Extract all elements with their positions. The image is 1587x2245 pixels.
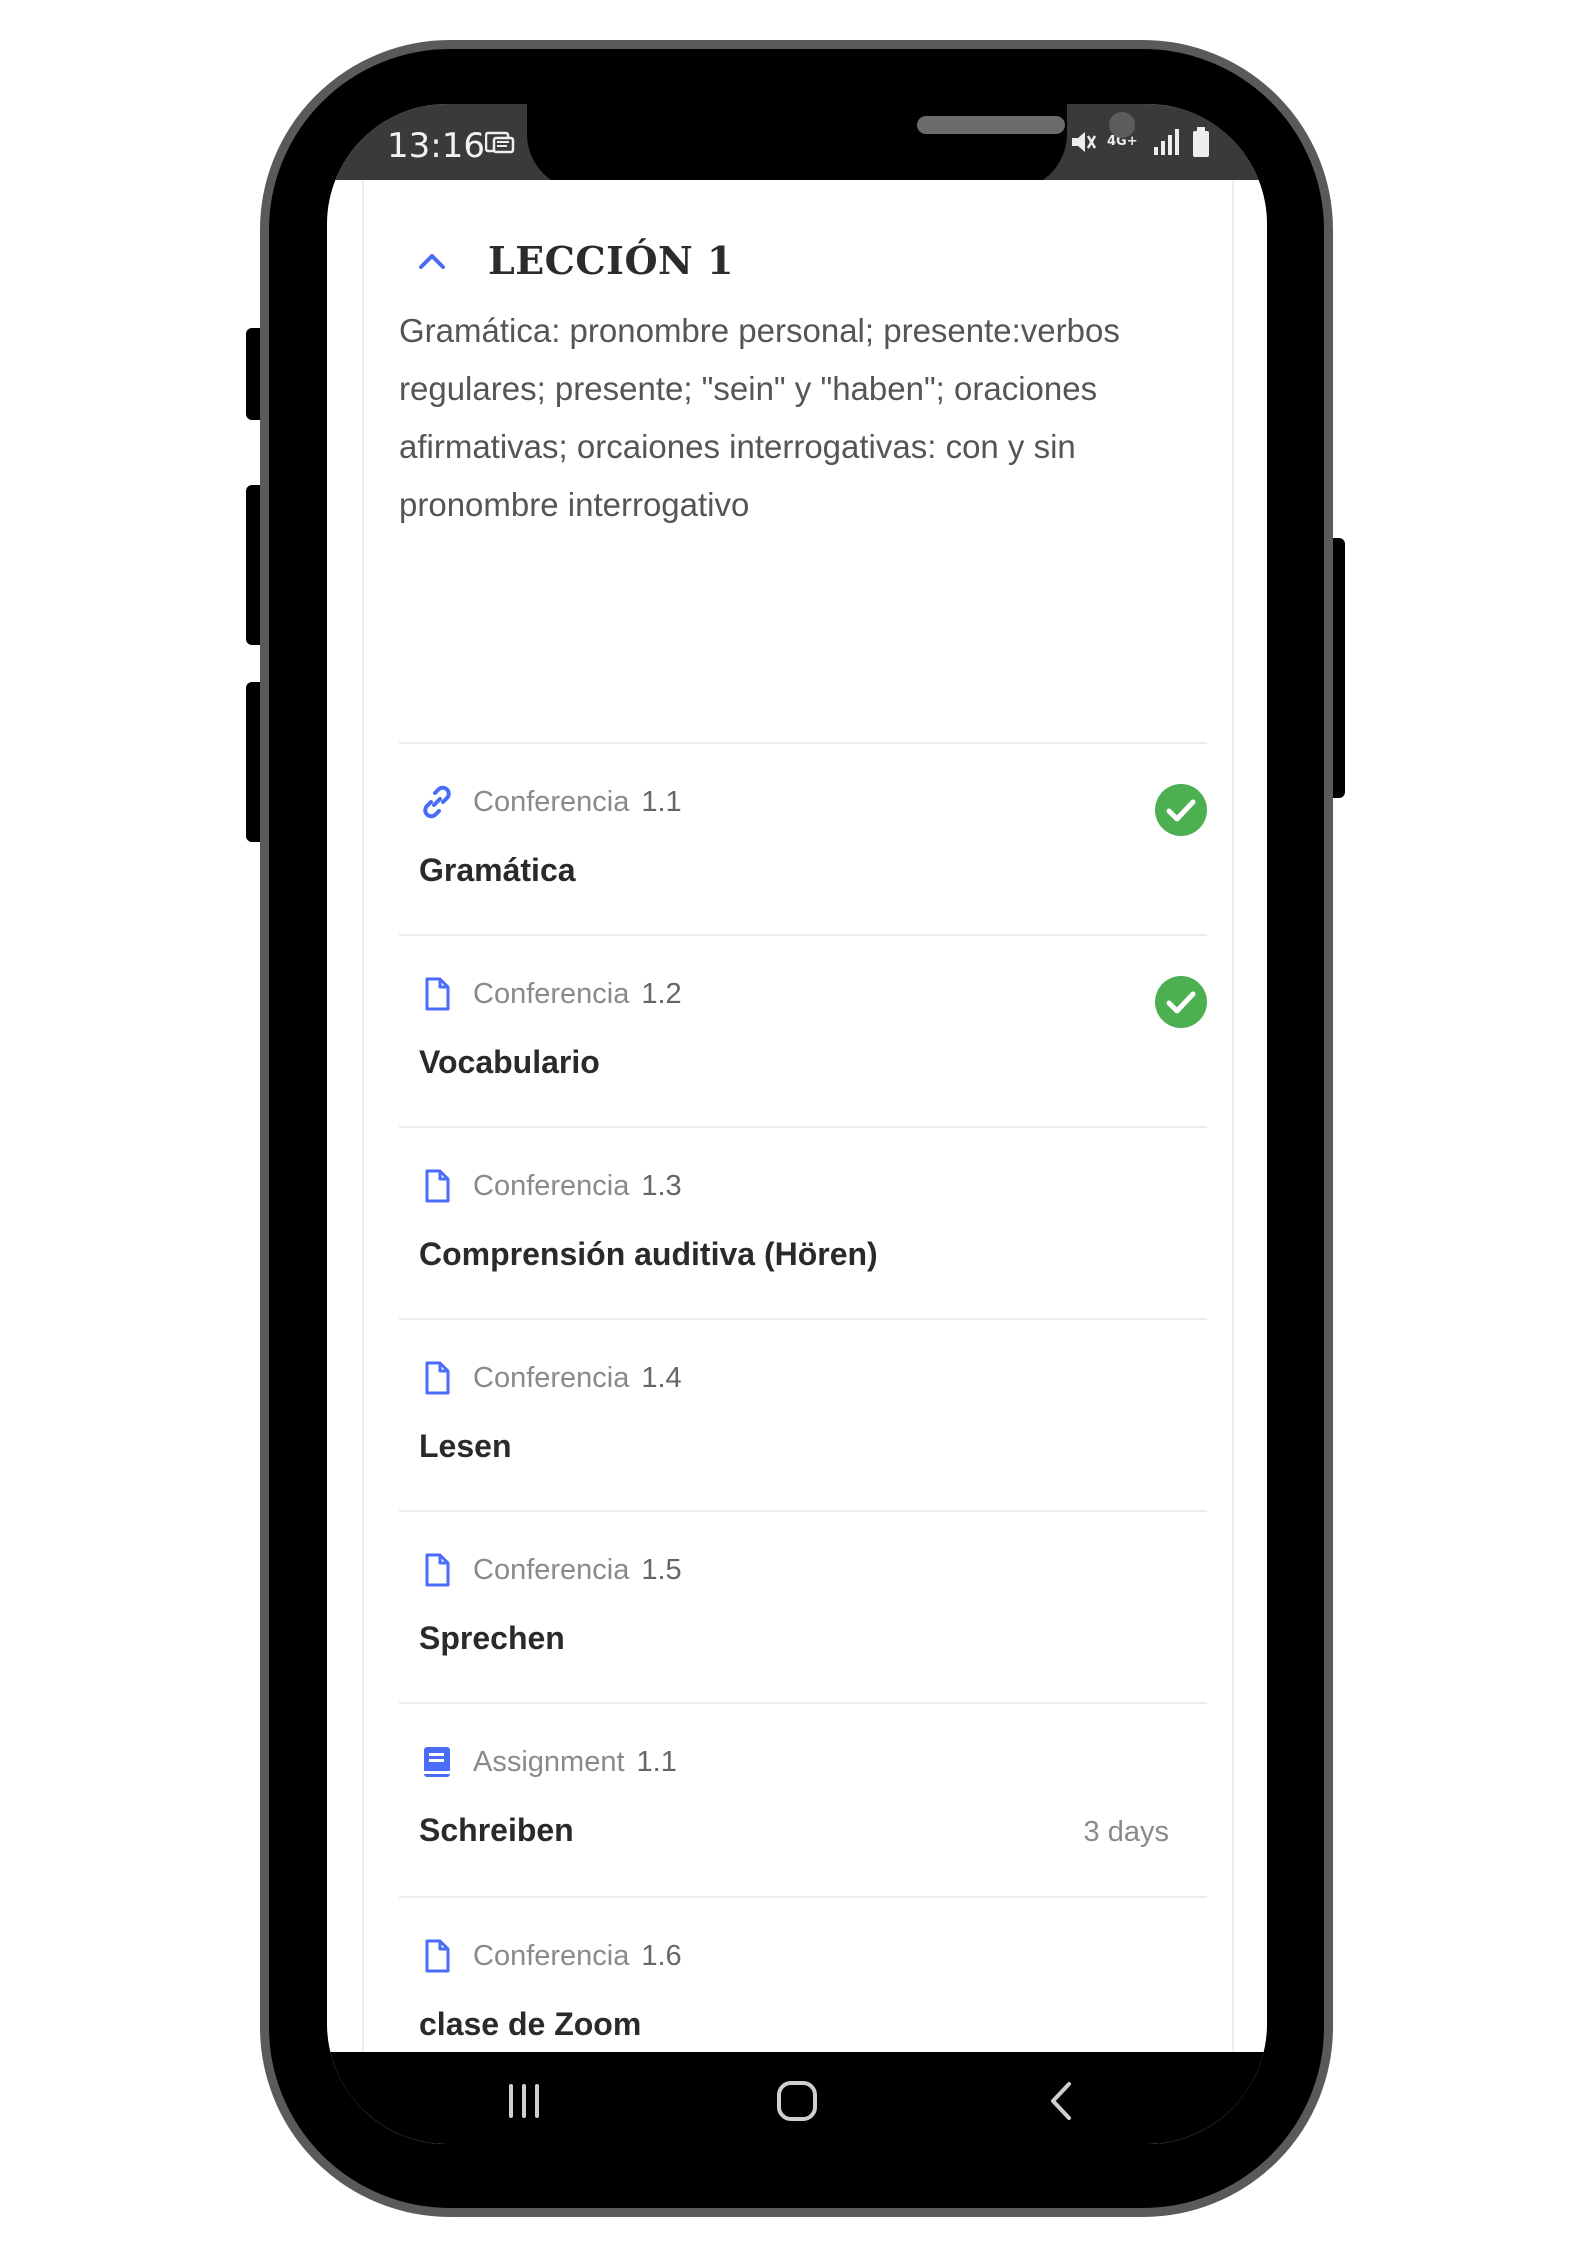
lesson-item[interactable]: Conferencia 1.4 Lesen	[399, 1320, 1207, 1510]
assignment-item[interactable]: Assignment 1.1 Schreiben 3 days	[399, 1704, 1207, 1896]
book-icon	[424, 1747, 450, 1777]
speaker	[917, 116, 1065, 134]
completed-check-icon	[1155, 976, 1207, 1028]
section-description: Gramática: pronombre personal; presente:…	[399, 312, 1120, 523]
lesson-item[interactable]: Conferencia 1.1 Gramática	[399, 744, 1207, 934]
lesson-item[interactable]: Conferencia 1.3 Comprensión auditiva (Hö…	[399, 1128, 1207, 1318]
chevron-up-icon[interactable]	[414, 243, 450, 279]
item-meta: Conferencia 1.4	[419, 1360, 682, 1396]
item-meta: Conferencia 1.6	[419, 1938, 682, 1974]
item-title[interactable]: Comprensión auditiva (Hören)	[419, 1236, 878, 1273]
navigation-bar	[327, 2052, 1267, 2144]
item-title[interactable]: Lesen	[419, 1428, 511, 1465]
notch	[527, 104, 1135, 190]
screen: 13:16 4G+ LECCIÓN 1 Gramática: pronombre…	[327, 104, 1267, 2144]
item-title[interactable]: Schreiben	[419, 1812, 574, 1849]
item-title[interactable]: Vocabulario	[419, 1044, 600, 1081]
item-kind: Conferencia	[473, 977, 630, 1010]
file-icon	[425, 1553, 450, 1587]
back-icon[interactable]	[1037, 2076, 1087, 2126]
item-kind: Conferencia	[473, 1939, 630, 1972]
lesson-item[interactable]: Conferencia 1.5 Sprechen	[399, 1512, 1207, 1702]
section-title: LECCIÓN 1	[488, 238, 734, 283]
item-kind: Conferencia	[473, 1361, 630, 1394]
item-title[interactable]: Gramática	[419, 852, 576, 889]
item-meta: Conferencia 1.3	[419, 1168, 682, 1204]
file-icon	[425, 977, 450, 1011]
item-number: 1.1	[636, 1745, 677, 1778]
item-number: 1.2	[641, 977, 682, 1010]
item-number: 1.4	[641, 1361, 682, 1394]
item-kind: Conferencia	[473, 1169, 630, 1202]
link-icon	[423, 785, 451, 819]
due-badge: 3 days	[1083, 1816, 1169, 1848]
file-icon	[425, 1361, 450, 1395]
item-meta: Conferencia 1.2	[419, 976, 682, 1012]
battery-icon	[1193, 127, 1209, 157]
message-icon	[485, 131, 515, 154]
item-number: 1.6	[641, 1939, 682, 1972]
lesson-list: Conferencia 1.1 Gramática Conferencia 1.…	[399, 742, 1207, 2090]
completed-check-icon	[1155, 784, 1207, 836]
item-kind: Assignment	[473, 1745, 625, 1778]
item-title[interactable]: Sprechen	[419, 1620, 565, 1657]
home-icon[interactable]	[772, 2076, 822, 2126]
item-number: 1.5	[641, 1553, 682, 1586]
item-meta: Conferencia 1.5	[419, 1552, 682, 1588]
item-kind: Conferencia	[473, 785, 630, 818]
file-icon	[425, 1939, 450, 1973]
front-camera	[1109, 112, 1135, 138]
item-kind: Conferencia	[473, 1553, 630, 1586]
signal-icon	[1154, 129, 1179, 155]
status-time: 13:16	[387, 126, 485, 166]
file-icon	[425, 1169, 450, 1203]
item-number: 1.3	[641, 1169, 682, 1202]
item-meta: Assignment 1.1	[419, 1744, 677, 1780]
item-title[interactable]: clase de Zoom	[419, 2006, 641, 2043]
item-number: 1.1	[641, 785, 682, 818]
status-bar: 13:16 4G+	[327, 104, 1267, 190]
section-header[interactable]: LECCIÓN 1	[414, 238, 734, 283]
mute-icon	[1072, 132, 1097, 152]
item-meta: Conferencia 1.1	[419, 784, 682, 820]
lesson-item[interactable]: Conferencia 1.2 Vocabulario	[399, 936, 1207, 1126]
recents-icon[interactable]	[499, 2076, 549, 2126]
course-content-card: LECCIÓN 1 Gramática: pronombre personal;…	[362, 180, 1234, 2144]
